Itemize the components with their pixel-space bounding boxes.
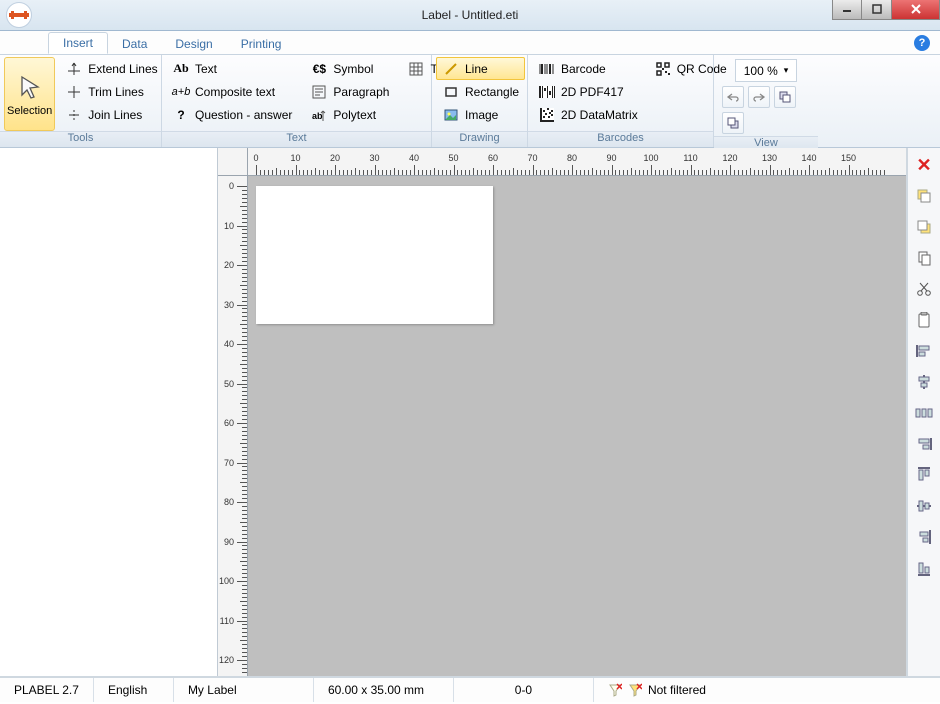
align-right-icon[interactable] <box>913 433 935 455</box>
paragraph-button[interactable]: Paragraph <box>304 80 395 103</box>
delete-icon[interactable]: ✕ <box>913 154 935 176</box>
table-icon <box>407 60 425 78</box>
status-app: PLABEL 2.7 <box>0 678 94 702</box>
status-cursor: 0-0 <box>454 678 594 702</box>
close-button[interactable] <box>892 0 940 20</box>
undo-button[interactable] <box>722 86 744 108</box>
line-icon <box>442 60 460 78</box>
align-left-icon[interactable] <box>913 340 935 362</box>
extend-lines-icon <box>65 60 83 78</box>
app-icon <box>6 2 32 28</box>
join-lines-button[interactable]: Join Lines <box>59 103 163 126</box>
cut-icon[interactable] <box>913 278 935 300</box>
selection-button[interactable]: Selection <box>4 57 55 131</box>
join-lines-icon <box>65 106 83 124</box>
composite-icon: a+b <box>172 83 190 101</box>
status-size: 60.00 x 35.00 mm <box>314 678 454 702</box>
tab-insert[interactable]: Insert <box>48 32 108 54</box>
symbol-button[interactable]: €$Symbol <box>304 57 395 80</box>
filter-clear-icon[interactable] <box>608 683 622 697</box>
question-answer-button[interactable]: ?Question - answer <box>166 103 298 126</box>
tab-printing[interactable]: Printing <box>227 34 296 54</box>
tab-data[interactable]: Data <box>108 34 161 54</box>
left-panel[interactable] <box>0 148 218 676</box>
trim-lines-icon <box>65 83 83 101</box>
barcode-button[interactable]: Barcode <box>532 57 644 80</box>
menubar: Insert Data Design Printing ? <box>0 31 940 55</box>
canvas[interactable] <box>248 176 906 676</box>
redo-button[interactable] <box>748 86 770 108</box>
workspace: 0102030405060708090100110120 01020304050… <box>0 148 940 676</box>
status-filter-text: Not filtered <box>648 683 706 697</box>
minimize-button[interactable] <box>832 0 862 20</box>
filter-icon[interactable] <box>628 683 642 697</box>
symbol-icon: €$ <box>310 60 328 78</box>
align-bottom-icon[interactable] <box>913 557 935 579</box>
align-middle-h-icon[interactable] <box>913 495 935 517</box>
datamatrix-button[interactable]: 2D DataMatrix <box>532 103 644 126</box>
statusbar: PLABEL 2.7 English My Label 60.00 x 35.0… <box>0 676 940 702</box>
cursor-icon <box>14 71 46 103</box>
pdf417-icon <box>538 83 556 101</box>
maximize-button[interactable] <box>862 0 892 20</box>
ruler-vertical[interactable]: 0102030405060708090100110120 <box>218 148 248 676</box>
bring-front-button[interactable] <box>774 86 796 108</box>
ruler-horizontal[interactable]: 0102030405060708090100110120130140150 <box>248 148 906 176</box>
copy-icon[interactable] <box>913 247 935 269</box>
help-icon[interactable]: ? <box>914 35 930 51</box>
titlebar: Label - Untitled.eti <box>0 0 940 31</box>
status-filter-cell: Not filtered <box>594 678 720 702</box>
send-back-button[interactable] <box>722 112 744 134</box>
trim-lines-button[interactable]: Trim Lines <box>59 80 163 103</box>
group-tools: Selection Extend Lines Trim Lines Join L… <box>0 55 162 147</box>
line-button[interactable]: Line <box>436 57 525 80</box>
rectangle-button[interactable]: Rectangle <box>436 80 525 103</box>
group-view: 100 %▾ View <box>714 55 818 147</box>
extend-lines-button[interactable]: Extend Lines <box>59 57 163 80</box>
group-barcodes: Barcode 2D PDF417 2D DataMatrix QR Code … <box>528 55 714 147</box>
status-lang: English <box>94 678 174 702</box>
label-area[interactable] <box>256 186 493 324</box>
pdf417-button[interactable]: 2D PDF417 <box>532 80 644 103</box>
paragraph-icon <box>310 83 328 101</box>
polytext-icon: ab <box>310 106 328 124</box>
text-icon: Ab <box>172 60 190 78</box>
ruler-corner <box>218 148 248 176</box>
datamatrix-icon <box>538 106 556 124</box>
align-bottom-right-icon[interactable] <box>913 526 935 548</box>
image-button[interactable]: Image <box>436 103 525 126</box>
align-distribute-icon[interactable] <box>913 402 935 424</box>
group-text: AbText a+bComposite text ?Question - ans… <box>162 55 432 147</box>
align-top-icon[interactable] <box>913 464 935 486</box>
tab-design[interactable]: Design <box>161 34 226 54</box>
text-button[interactable]: AbText <box>166 57 298 80</box>
question-icon: ? <box>172 106 190 124</box>
bring-forward-icon[interactable] <box>913 185 935 207</box>
zoom-combo[interactable]: 100 %▾ <box>735 59 798 82</box>
ribbon: Selection Extend Lines Trim Lines Join L… <box>0 55 940 148</box>
image-icon <box>442 106 460 124</box>
paste-icon[interactable] <box>913 309 935 331</box>
send-backward-icon[interactable] <box>913 216 935 238</box>
align-center-v-icon[interactable] <box>913 371 935 393</box>
canvas-wrap: 0102030405060708090100110120 01020304050… <box>218 148 906 676</box>
status-doc: My Label <box>174 678 314 702</box>
qrcode-icon <box>654 60 672 78</box>
polytext-button[interactable]: abPolytext <box>304 103 395 126</box>
right-toolbar: ✕ <box>906 148 940 676</box>
group-drawing: Line Rectangle Image Drawing <box>432 55 528 147</box>
composite-text-button[interactable]: a+bComposite text <box>166 80 298 103</box>
barcode-icon <box>538 60 556 78</box>
rectangle-icon <box>442 83 460 101</box>
window-title: Label - Untitled.eti <box>0 8 940 22</box>
window-controls <box>832 0 940 20</box>
